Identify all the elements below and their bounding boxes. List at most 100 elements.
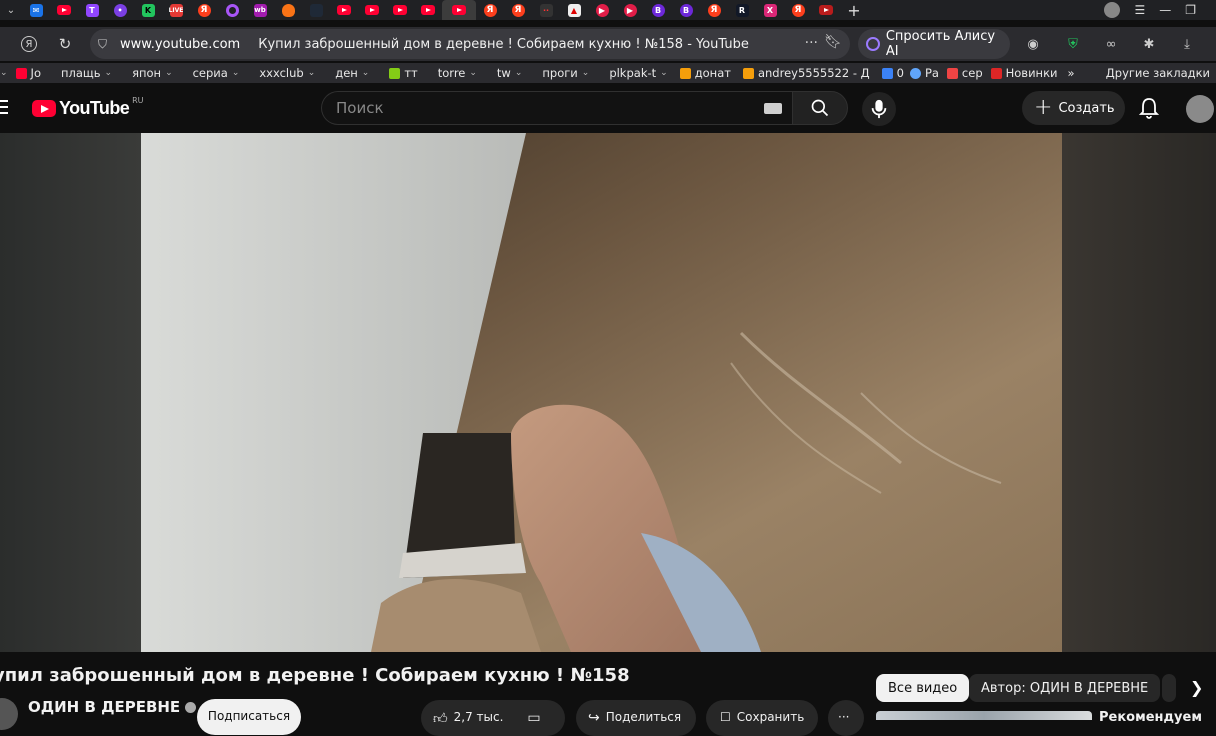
reload-button[interactable]: ↻ <box>50 29 80 59</box>
extension-globe-icon[interactable]: ◉ <box>1024 35 1042 53</box>
recommended-video-thumbnail[interactable] <box>876 711 1092 720</box>
channel-link[interactable]: ОДИН В ДЕРЕВНЕ <box>28 698 197 716</box>
bookmark-folder[interactable]: япон ⌄ <box>132 66 173 80</box>
keyboard-icon[interactable] <box>764 103 782 114</box>
browser-tab[interactable]: Я <box>700 0 728 20</box>
bookmark-icon[interactable]: 🔖︎ <box>824 34 842 50</box>
notifications-button[interactable] <box>1138 97 1161 119</box>
browser-tab[interactable]: Я <box>476 0 504 20</box>
yandex-home-button[interactable]: Я <box>14 29 44 59</box>
bookmark-folder[interactable]: ден ⌄ <box>335 66 369 80</box>
browser-tab[interactable] <box>218 0 246 20</box>
ask-alisa-button[interactable]: Спросить Алису AI <box>858 29 1010 59</box>
bookmark-folder[interactable]: plkpak-t ⌄ <box>609 66 667 80</box>
browser-tab[interactable]: Я <box>504 0 532 20</box>
browser-tab[interactable] <box>50 0 78 20</box>
bookmark-folder[interactable]: tw ⌄ <box>497 66 522 80</box>
search-input[interactable] <box>336 99 736 117</box>
restore-icon[interactable]: ❐ <box>1185 3 1196 17</box>
browser-tab[interactable]: ·· <box>532 0 560 20</box>
chevron-right-icon[interactable]: ❯ <box>1190 678 1210 698</box>
b-icon: B <box>679 3 693 17</box>
bookmark-item[interactable]: Jo <box>15 66 41 80</box>
browser-tab[interactable]: B <box>644 0 672 20</box>
browser-tab[interactable]: LIVE <box>162 0 190 20</box>
chip-partial[interactable] <box>1162 674 1176 702</box>
menu-icon[interactable]: ☰ <box>1134 3 1145 17</box>
browser-tab[interactable] <box>274 0 302 20</box>
browser-tab[interactable]: ▲ <box>560 0 588 20</box>
bookmark-folder[interactable]: torre ⌄ <box>438 66 477 80</box>
bookmark-folder[interactable]: проги ⌄ <box>542 66 589 80</box>
double-chevron-right-icon: » <box>1067 66 1075 80</box>
browser-tab[interactable] <box>330 0 358 20</box>
guide-menu-icon[interactable] <box>0 100 8 114</box>
browser-tab[interactable]: ▶ <box>616 0 644 20</box>
bookmark-item[interactable]: 0 <box>881 66 904 80</box>
browser-tab[interactable]: • <box>106 0 134 20</box>
bookmark-item[interactable]: Ра <box>909 66 939 80</box>
chip-from-author[interactable]: Автор: ОДИН В ДЕРЕВНЕ <box>969 674 1161 702</box>
search-button[interactable] <box>792 91 848 125</box>
save-button[interactable]: ☐ Сохранить <box>706 700 818 736</box>
address-bar[interactable]: ⛉ www.youtube.com Купил заброшенный дом … <box>90 29 850 59</box>
browser-tab[interactable]: R <box>728 0 756 20</box>
minimize-icon[interactable]: — <box>1159 3 1171 17</box>
browser-tab[interactable] <box>812 0 840 20</box>
bookmark-folder[interactable]: плащь ⌄ <box>61 66 112 80</box>
bookmark-folder[interactable]: сериа ⌄ <box>193 66 240 80</box>
bookmark-item[interactable]: Новинки <box>990 66 1058 80</box>
recommended-video-title[interactable]: Рекомендуем <box>1099 710 1202 725</box>
extension-glasses-icon[interactable]: ∞ <box>1102 35 1120 53</box>
share-button[interactable]: ↪ Поделиться <box>576 700 696 736</box>
subscribe-button[interactable]: Подписаться <box>197 699 301 735</box>
bookmark-folder[interactable]: ⌄ <box>0 68 8 78</box>
voice-search-button[interactable] <box>862 92 896 126</box>
site-info-icon[interactable]: ⛉ <box>98 37 114 52</box>
bookmark-folder[interactable]: xxxclub ⌄ <box>259 66 315 80</box>
browser-tab[interactable]: wb <box>246 0 274 20</box>
channel-avatar[interactable] <box>0 698 18 730</box>
thumbs-up-icon[interactable]: 👍︎ <box>433 710 448 727</box>
url-text[interactable]: www.youtube.com <box>120 37 240 52</box>
browser-tab[interactable] <box>358 0 386 20</box>
extension-shield-icon[interactable]: ⛨ <box>1064 35 1082 53</box>
browser-tab[interactable] <box>414 0 442 20</box>
downloads-icon[interactable]: ⤓ <box>1178 35 1196 53</box>
browser-tab[interactable] <box>386 0 414 20</box>
browser-tab[interactable]: T <box>78 0 106 20</box>
bookmark-label: япон <box>132 66 162 80</box>
more-actions-button[interactable]: ··· <box>828 700 864 736</box>
browser-tab[interactable]: B <box>672 0 700 20</box>
video-player[interactable] <box>0 133 1216 652</box>
tab-list-dropdown[interactable]: ⌄ <box>0 0 22 20</box>
account-avatar[interactable] <box>1186 95 1214 123</box>
more-icon[interactable]: ··· <box>805 35 818 51</box>
chevron-down-icon: ⌄ <box>231 68 240 78</box>
youtube-wordmark: YouTube <box>59 98 130 118</box>
youtube-logo[interactable]: YouTube RU <box>32 96 144 119</box>
create-button[interactable]: + Создать <box>1022 91 1125 125</box>
video-frame[interactable] <box>141 133 1062 652</box>
bookmark-item[interactable]: сер <box>946 66 983 80</box>
bookmark-item[interactable]: донат <box>679 66 731 80</box>
profile-icon[interactable] <box>1104 2 1121 18</box>
bookmark-label: тт <box>404 66 418 80</box>
browser-tab[interactable]: ▶ <box>588 0 616 20</box>
other-bookmarks[interactable]: Другие закладки <box>1106 66 1210 80</box>
browser-tab[interactable] <box>302 0 330 20</box>
browser-tab[interactable]: X <box>756 0 784 20</box>
bookmark-item[interactable]: тт <box>389 66 418 80</box>
browser-tab[interactable]: Я <box>190 0 218 20</box>
browser-tab[interactable]: K <box>134 0 162 20</box>
browser-tab[interactable]: ✉ <box>22 0 50 20</box>
extensions-puzzle-icon[interactable]: ✱ <box>1140 35 1158 53</box>
thumbs-down-icon[interactable]: ▭ <box>527 710 540 726</box>
browser-tab-active[interactable] <box>442 0 476 20</box>
new-tab-button[interactable]: + <box>840 0 868 20</box>
browser-tab[interactable]: Я <box>784 0 812 20</box>
like-count[interactable]: 2,7 тыс. <box>454 710 504 724</box>
chip-all-videos[interactable]: Все видео <box>876 674 970 702</box>
more-bookmarks-button[interactable]: » <box>1068 66 1075 80</box>
bookmark-item[interactable]: andrey5555522 - Д <box>742 66 870 80</box>
